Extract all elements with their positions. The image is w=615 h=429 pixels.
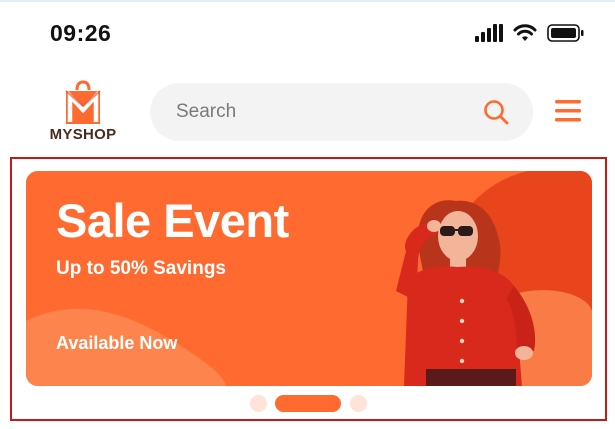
banner-title: Sale Event xyxy=(56,194,289,247)
battery-icon xyxy=(547,24,584,42)
banner-subtitle: Up to 50% Savings xyxy=(56,258,226,279)
search-input[interactable]: Search xyxy=(176,101,236,123)
carousel-indicators xyxy=(0,394,615,412)
model-photo xyxy=(396,200,536,386)
search-bar[interactable]: Search xyxy=(150,83,533,141)
hamburger-menu-icon[interactable] xyxy=(555,99,581,123)
wifi-icon xyxy=(513,24,537,41)
signal-icon xyxy=(475,24,503,42)
status-icons xyxy=(475,24,585,42)
banner-cta[interactable]: Available Now xyxy=(56,333,177,354)
shopping-bag-logo-icon xyxy=(65,80,101,124)
search-icon[interactable] xyxy=(483,99,509,125)
logo-text: MYSHOP xyxy=(49,126,117,143)
logo[interactable]: MYSHOP xyxy=(44,80,122,146)
status-time: 09:26 xyxy=(50,20,112,46)
carousel-dot[interactable] xyxy=(250,395,267,412)
top-border xyxy=(0,0,615,2)
sale-banner[interactable]: Sale Event Up to 50% Savings Available N… xyxy=(26,171,592,386)
carousel-dot[interactable] xyxy=(350,395,367,412)
carousel-dot-active[interactable] xyxy=(275,395,341,412)
